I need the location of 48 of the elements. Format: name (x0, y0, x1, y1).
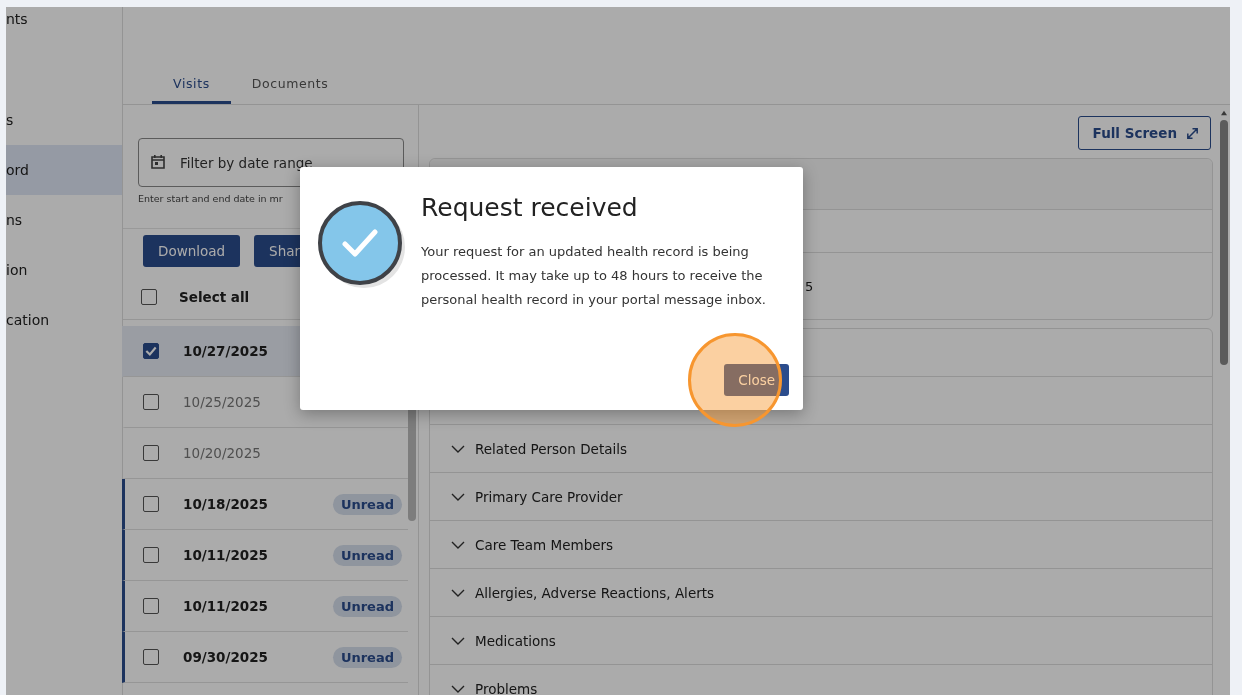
checkbox[interactable] (143, 598, 159, 614)
visit-date: 10/25/2025 (183, 394, 262, 410)
unread-badge: Unread (332, 646, 402, 668)
check-circle-icon (317, 200, 407, 290)
visit-row[interactable]: 10/18/2025 Unread (122, 479, 408, 530)
sidebar-item[interactable]: nts (6, 7, 122, 44)
visit-date: 10/11/2025 (183, 547, 269, 563)
select-all-label: Select all (179, 289, 250, 305)
expand-icon (1185, 125, 1200, 141)
section-header[interactable]: Allergies, Adverse Reactions, Alerts (430, 569, 1212, 617)
section-header[interactable]: Problems (430, 665, 1212, 695)
visit-row[interactable]: 10/11/2025 Unread (122, 530, 408, 581)
visit-row[interactable]: 09/30/2025 Unread (122, 632, 408, 683)
checkbox[interactable] (143, 394, 159, 410)
unread-badge: Unread (332, 595, 402, 617)
summary-text: 5 (805, 278, 814, 294)
full-screen-button[interactable]: Full Screen (1077, 116, 1211, 150)
dialog-message: Your request for an updated health record is being processed. It may take up to 48 hours to receive the personal health record in your portal message inbox. (421, 243, 766, 309)
sidebar-item[interactable]: ns (6, 195, 122, 245)
section-header[interactable]: Related Person Details (430, 425, 1212, 473)
visit-date: 10/11/2025 (183, 598, 269, 614)
sidebar-item[interactable]: ord (6, 145, 122, 195)
visit-row[interactable]: 10/11/2025 Unread (122, 581, 408, 632)
dialog-title: Request received (421, 193, 639, 222)
visit-date: 10/27/2025 (183, 343, 269, 359)
checkbox[interactable] (141, 289, 157, 305)
calendar-icon (150, 154, 166, 170)
visit-date: 10/18/2025 (183, 496, 269, 512)
tab[interactable]: Visits (152, 65, 231, 104)
field-hint: Enter start and end date in mr (138, 193, 284, 204)
visit-date: 09/30/2025 (183, 649, 269, 665)
sidebar-item[interactable]: ion (6, 245, 122, 295)
tab[interactable]: Documents (230, 65, 350, 104)
checkbox[interactable] (143, 547, 159, 563)
sidebar-item[interactable]: s (6, 95, 122, 145)
unread-badge: Unread (332, 544, 402, 566)
section-header[interactable]: Primary Care Provider (430, 473, 1212, 521)
scroll-up-icon[interactable] (1220, 110, 1228, 116)
checkbox[interactable] (143, 343, 159, 359)
section-header[interactable]: Care Team Members (430, 521, 1212, 569)
visit-date: 10/20/2025 (183, 445, 262, 461)
sidebar-item[interactable]: cation (6, 295, 122, 345)
section-header[interactable]: Medications (430, 617, 1212, 665)
checkbox[interactable] (143, 496, 159, 512)
action-button[interactable]: Download (143, 235, 241, 267)
unread-badge: Unread (332, 493, 402, 515)
checkbox[interactable] (143, 445, 159, 461)
checkbox[interactable] (143, 649, 159, 665)
